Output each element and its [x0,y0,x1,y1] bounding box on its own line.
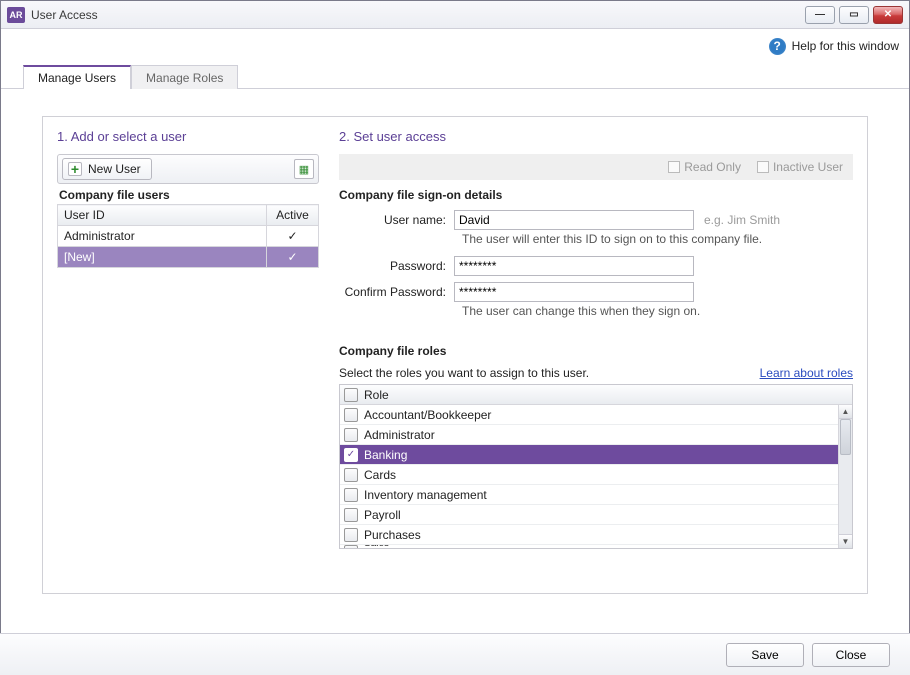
role-checkbox[interactable] [344,428,358,442]
footer: Save Close [0,633,910,675]
role-checkbox[interactable]: ✓ [344,448,358,462]
role-checkbox[interactable] [344,468,358,482]
new-user-button[interactable]: + New User [62,158,152,180]
topbar: ? Help for this window [1,29,909,63]
roles-col-role: Role [364,388,389,402]
role-name: Accountant/Bookkeeper [364,408,491,422]
confirm-password-input[interactable] [454,282,694,302]
roles-header-checkbox[interactable] [344,388,358,402]
tabstrip: Manage Users Manage Roles [1,63,909,89]
username-label: User name: [339,213,454,227]
role-checkbox[interactable] [344,408,358,422]
save-button[interactable]: Save [726,643,804,667]
role-row[interactable]: Sales [340,545,838,548]
role-name: Payroll [364,508,401,522]
roles-listbox: Role Accountant/Bookkeeper Administrator [339,384,853,549]
role-name: Administrator [364,428,435,442]
tab-manage-roles[interactable]: Manage Roles [131,65,238,89]
password-input[interactable] [454,256,694,276]
user-id-cell: Administrator [58,226,267,247]
roles-scrollbar[interactable]: ▲ ▼ [838,405,852,548]
password-hint: The user can change this when they sign … [462,304,853,318]
role-checkbox[interactable] [344,528,358,542]
roles-header-row: Role [340,385,852,405]
checkbox-icon [757,161,769,173]
role-row[interactable]: ✓ Banking [340,445,838,465]
role-name: Purchases [364,528,421,542]
roles-subtext: Select the roles you want to assign to t… [339,366,589,380]
username-example: e.g. Jim Smith [704,213,780,227]
signon-heading: Company file sign-on details [339,188,853,202]
read-only-label: Read Only [684,160,741,174]
plus-icon: + [68,162,82,176]
read-only-checkbox[interactable]: Read Only [668,160,741,174]
user-list-options-button[interactable]: ▦ [294,159,314,179]
role-row[interactable]: Accountant/Bookkeeper [340,405,838,425]
inactive-user-checkbox[interactable]: Inactive User [757,160,843,174]
roles-heading: Company file roles [339,344,853,358]
role-name: Sales [364,545,389,548]
tab-manage-users[interactable]: Manage Users [23,65,131,89]
users-table: User ID Active Administrator ✓ [New] ✓ [57,204,319,268]
titlebar: AR User Access — ▭ ✕ [1,1,909,29]
users-row[interactable]: Administrator ✓ [58,226,319,247]
checkbox-icon [668,161,680,173]
user-active-cell: ✓ [267,247,319,268]
help-link[interactable]: ? Help for this window [769,38,899,55]
role-row[interactable]: Cards [340,465,838,485]
username-input[interactable] [454,210,694,230]
users-row[interactable]: [New] ✓ [58,247,319,268]
role-row[interactable]: Inventory management [340,485,838,505]
section-heading-add-select: 1. Add or select a user [57,129,329,144]
user-toolbar: + New User ▦ [57,154,319,184]
scroll-thumb[interactable] [840,419,851,455]
role-name: Cards [364,468,396,482]
help-link-label: Help for this window [792,39,899,53]
role-row[interactable]: Purchases [340,525,838,545]
password-label: Password: [339,259,454,273]
new-user-label: New User [88,162,141,176]
scroll-up-arrow-icon[interactable]: ▲ [839,405,852,419]
app-badge-icon: AR [7,7,25,23]
scroll-down-arrow-icon[interactable]: ▼ [839,534,852,548]
users-col-active[interactable]: Active [267,205,319,226]
users-panel-title: Company file users [59,188,329,202]
users-col-userid[interactable]: User ID [58,205,267,226]
access-flags-bar: Read Only Inactive User [339,154,853,180]
close-window-button[interactable]: ✕ [873,6,903,24]
user-id-cell: [New] [58,247,267,268]
learn-about-roles-link[interactable]: Learn about roles [760,366,853,380]
role-name: Banking [364,448,407,462]
window-title: User Access [31,8,98,22]
close-button[interactable]: Close [812,643,890,667]
minimize-button[interactable]: — [805,6,835,24]
username-hint: The user will enter this ID to sign on t… [462,232,853,246]
role-checkbox[interactable] [344,508,358,522]
role-checkbox[interactable] [344,488,358,502]
role-row[interactable]: Administrator [340,425,838,445]
role-row[interactable]: Payroll [340,505,838,525]
help-icon: ? [769,38,786,55]
section-heading-set-access: 2. Set user access [339,129,853,144]
confirm-password-label: Confirm Password: [339,285,454,299]
user-active-cell: ✓ [267,226,319,247]
role-checkbox[interactable] [344,545,358,548]
inactive-user-label: Inactive User [773,160,843,174]
maximize-button[interactable]: ▭ [839,6,869,24]
role-name: Inventory management [364,488,487,502]
